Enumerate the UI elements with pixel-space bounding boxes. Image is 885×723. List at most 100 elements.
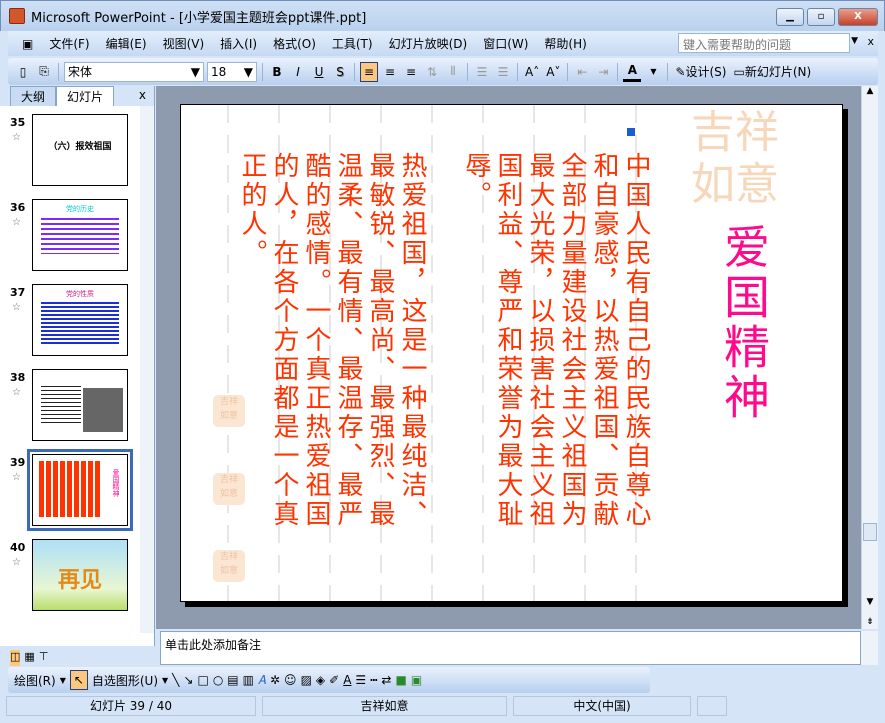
arrow-style-icon[interactable]: ⇄ <box>381 673 391 687</box>
scroll-thumb[interactable] <box>863 523 877 541</box>
wordart-icon[interactable]: 𝐴 <box>258 673 266 688</box>
font-color-icon[interactable]: A <box>343 673 351 687</box>
new-icon[interactable]: ▯ <box>14 62 32 82</box>
font-value: 宋体 <box>68 65 93 79</box>
notes-scrollbar[interactable] <box>861 631 878 665</box>
next-slide-icon[interactable]: ⇟ <box>862 617 878 627</box>
notes-input[interactable]: 单击此处添加备注 <box>160 631 861 665</box>
slide-title[interactable]: 爱国精神 <box>711 223 777 423</box>
line-style-icon[interactable]: ☰ <box>355 673 366 687</box>
align-center-icon[interactable]: ≡ <box>381 62 399 82</box>
thumbnail-38[interactable]: 38 ☆ <box>0 369 140 449</box>
menu-slideshow[interactable]: 幻灯片放映(D) <box>381 35 476 52</box>
bold-button[interactable]: B <box>268 62 286 82</box>
font-size-select[interactable]: 18 ▼ <box>207 61 257 82</box>
bullets-icon[interactable]: ☰ <box>494 62 512 82</box>
picture-icon[interactable]: ▨ <box>301 673 312 687</box>
decrease-font-icon[interactable]: A˅ <box>544 62 562 82</box>
thumbnail-scrollbar[interactable] <box>140 106 154 633</box>
minimize-button[interactable]: ▁ <box>776 8 804 26</box>
bullet-marker <box>627 128 635 136</box>
paragraph-1[interactable]: 中国人民有自己的民族自尊心 和自豪感，以热爱祖国、贡献 全部力量建设社会主义祖国… <box>461 152 651 529</box>
scroll-down-icon[interactable]: ▼ <box>862 597 878 607</box>
decrease-indent-icon[interactable]: ⇤ <box>573 62 591 82</box>
menu-view[interactable]: 视图(V) <box>155 35 213 52</box>
arrow-icon[interactable]: ↘ <box>183 673 193 687</box>
restore-button[interactable]: ▫ <box>807 8 835 26</box>
slide-scrollbar[interactable]: ▲ ▼ ⇟ <box>861 86 878 629</box>
menu-insert[interactable]: 插入(I) <box>212 35 265 52</box>
slideshow-view-icon[interactable]: ⊤ <box>39 650 49 666</box>
text-column: 热爱祖国，这是一种最纯洁、 <box>397 152 427 529</box>
oval-icon[interactable]: ○ <box>213 673 223 687</box>
doc-icon[interactable]: ▣ <box>14 37 41 51</box>
align-left-icon[interactable]: ≡ <box>360 61 378 82</box>
menu-tools[interactable]: 工具(T) <box>324 35 381 52</box>
fill-color-icon[interactable]: ◈ <box>316 673 325 687</box>
shadow-style-icon[interactable]: ■ <box>395 673 406 687</box>
scroll-up-icon[interactable]: ▲ <box>862 86 878 96</box>
normal-view-icon[interactable]: ◫ <box>10 650 21 666</box>
font-select[interactable]: 宋体 ▼ <box>64 61 204 82</box>
vertical-textbox-icon[interactable]: ▥ <box>243 673 254 687</box>
copy-icon[interactable]: ⎘ <box>35 62 53 82</box>
line-icon[interactable]: ╲ <box>172 673 179 687</box>
divider <box>517 62 518 81</box>
clipart-icon[interactable]: ☺ <box>284 673 297 687</box>
status-bar: 幻灯片 39 / 40 吉祥如意 中文(中国) <box>0 694 885 723</box>
increase-indent-icon[interactable]: ⇥ <box>594 62 612 82</box>
close-doc-button[interactable]: x <box>867 35 874 48</box>
help-search-input[interactable]: 键入需要帮助的问题 <box>678 33 850 53</box>
chevron-down-icon[interactable]: ▼ <box>162 676 168 685</box>
close-button[interactable]: X <box>838 8 878 26</box>
menu-format[interactable]: 格式(O) <box>265 35 324 52</box>
draw-menu[interactable]: 绘图(R) <box>14 672 56 689</box>
star-icon: ☆ <box>12 302 21 313</box>
tab-outline[interactable]: 大纲 <box>10 86 57 106</box>
sorter-view-icon[interactable]: ▦ <box>24 650 34 666</box>
text-direction-icon[interactable]: ⇅ <box>423 62 441 82</box>
chevron-down-icon[interactable]: ▼ <box>644 62 662 82</box>
chevron-down-icon[interactable]: ▼ <box>851 36 858 46</box>
menu-edit[interactable]: 编辑(E) <box>98 35 155 52</box>
menu-file[interactable]: 文件(F) <box>41 35 97 52</box>
increase-font-icon[interactable]: A˄ <box>523 62 541 82</box>
numbering-icon[interactable]: ☰ <box>473 62 491 82</box>
thumbnail-36[interactable]: 36 ☆ 党的历史 <box>0 199 140 279</box>
new-slide-button[interactable]: ▭ 新幻灯片(N) <box>731 62 813 82</box>
thumbnail-35[interactable]: 35 ☆ （六）报效祖国 <box>0 114 140 194</box>
dash-style-icon[interactable]: ┅ <box>370 673 377 687</box>
text-column: 辱。 <box>461 152 491 210</box>
title-bar: Microsoft PowerPoint - [小学爱国主题班会ppt课件.pp… <box>0 0 885 31</box>
design-button[interactable]: ✎ 设计(S) <box>673 62 728 82</box>
textbox-icon[interactable]: ▤ <box>227 673 238 687</box>
thumbnail-40[interactable]: 40 ☆ 再见 <box>0 539 140 619</box>
tab-slides[interactable]: 幻灯片 <box>56 86 115 106</box>
line-color-icon[interactable]: ✐ <box>329 673 339 687</box>
shadow-button[interactable]: S <box>331 62 349 82</box>
diagram-icon[interactable]: ✲ <box>270 673 280 687</box>
divider <box>467 62 468 81</box>
text-column: 最敏锐、最高尚、最强烈、最 <box>365 152 395 529</box>
select-pointer-icon[interactable]: ↖ <box>69 670 88 690</box>
thumbnail-37[interactable]: 37 ☆ 党的性质 <box>0 284 140 364</box>
underline-button[interactable]: U <box>310 62 328 82</box>
menu-window[interactable]: 窗口(W) <box>475 35 536 52</box>
autoshapes-menu[interactable]: 自选图形(U) <box>92 672 158 689</box>
rectangle-icon[interactable]: □ <box>197 673 208 687</box>
text-column: 正的人。 <box>237 152 267 268</box>
close-pane-button[interactable]: x <box>139 88 146 102</box>
italic-button[interactable]: I <box>289 62 307 82</box>
chevron-down-icon[interactable]: ▼ <box>60 676 66 685</box>
menu-help[interactable]: 帮助(H) <box>536 35 594 52</box>
3d-style-icon[interactable]: ▣ <box>411 673 422 687</box>
menu-bar: ▣ 文件(F) 编辑(E) 视图(V) 插入(I) 格式(O) 工具(T) 幻灯… <box>8 31 878 56</box>
distribute-icon[interactable]: ⦀ <box>444 62 462 82</box>
font-color-button[interactable]: A <box>623 62 642 82</box>
star-icon: ☆ <box>12 387 21 398</box>
paragraph-2[interactable]: 热爱祖国，这是一种最纯洁、 最敏锐、最高尚、最强烈、最 温柔、最有情、最温存、最… <box>237 152 427 529</box>
slide-canvas[interactable]: 吉祥 如意 吉祥 如意 吉祥 如意 吉祥 如意 中国人民有自己的民族自尊心 和自豪感，以… <box>180 104 843 602</box>
thumbnail-39[interactable]: 39 ☆ 爱国精神 <box>0 449 140 534</box>
align-right-icon[interactable]: ≡ <box>402 62 420 82</box>
window-title: Microsoft PowerPoint - [小学爱国主题班会ppt课件.pp… <box>31 10 367 26</box>
